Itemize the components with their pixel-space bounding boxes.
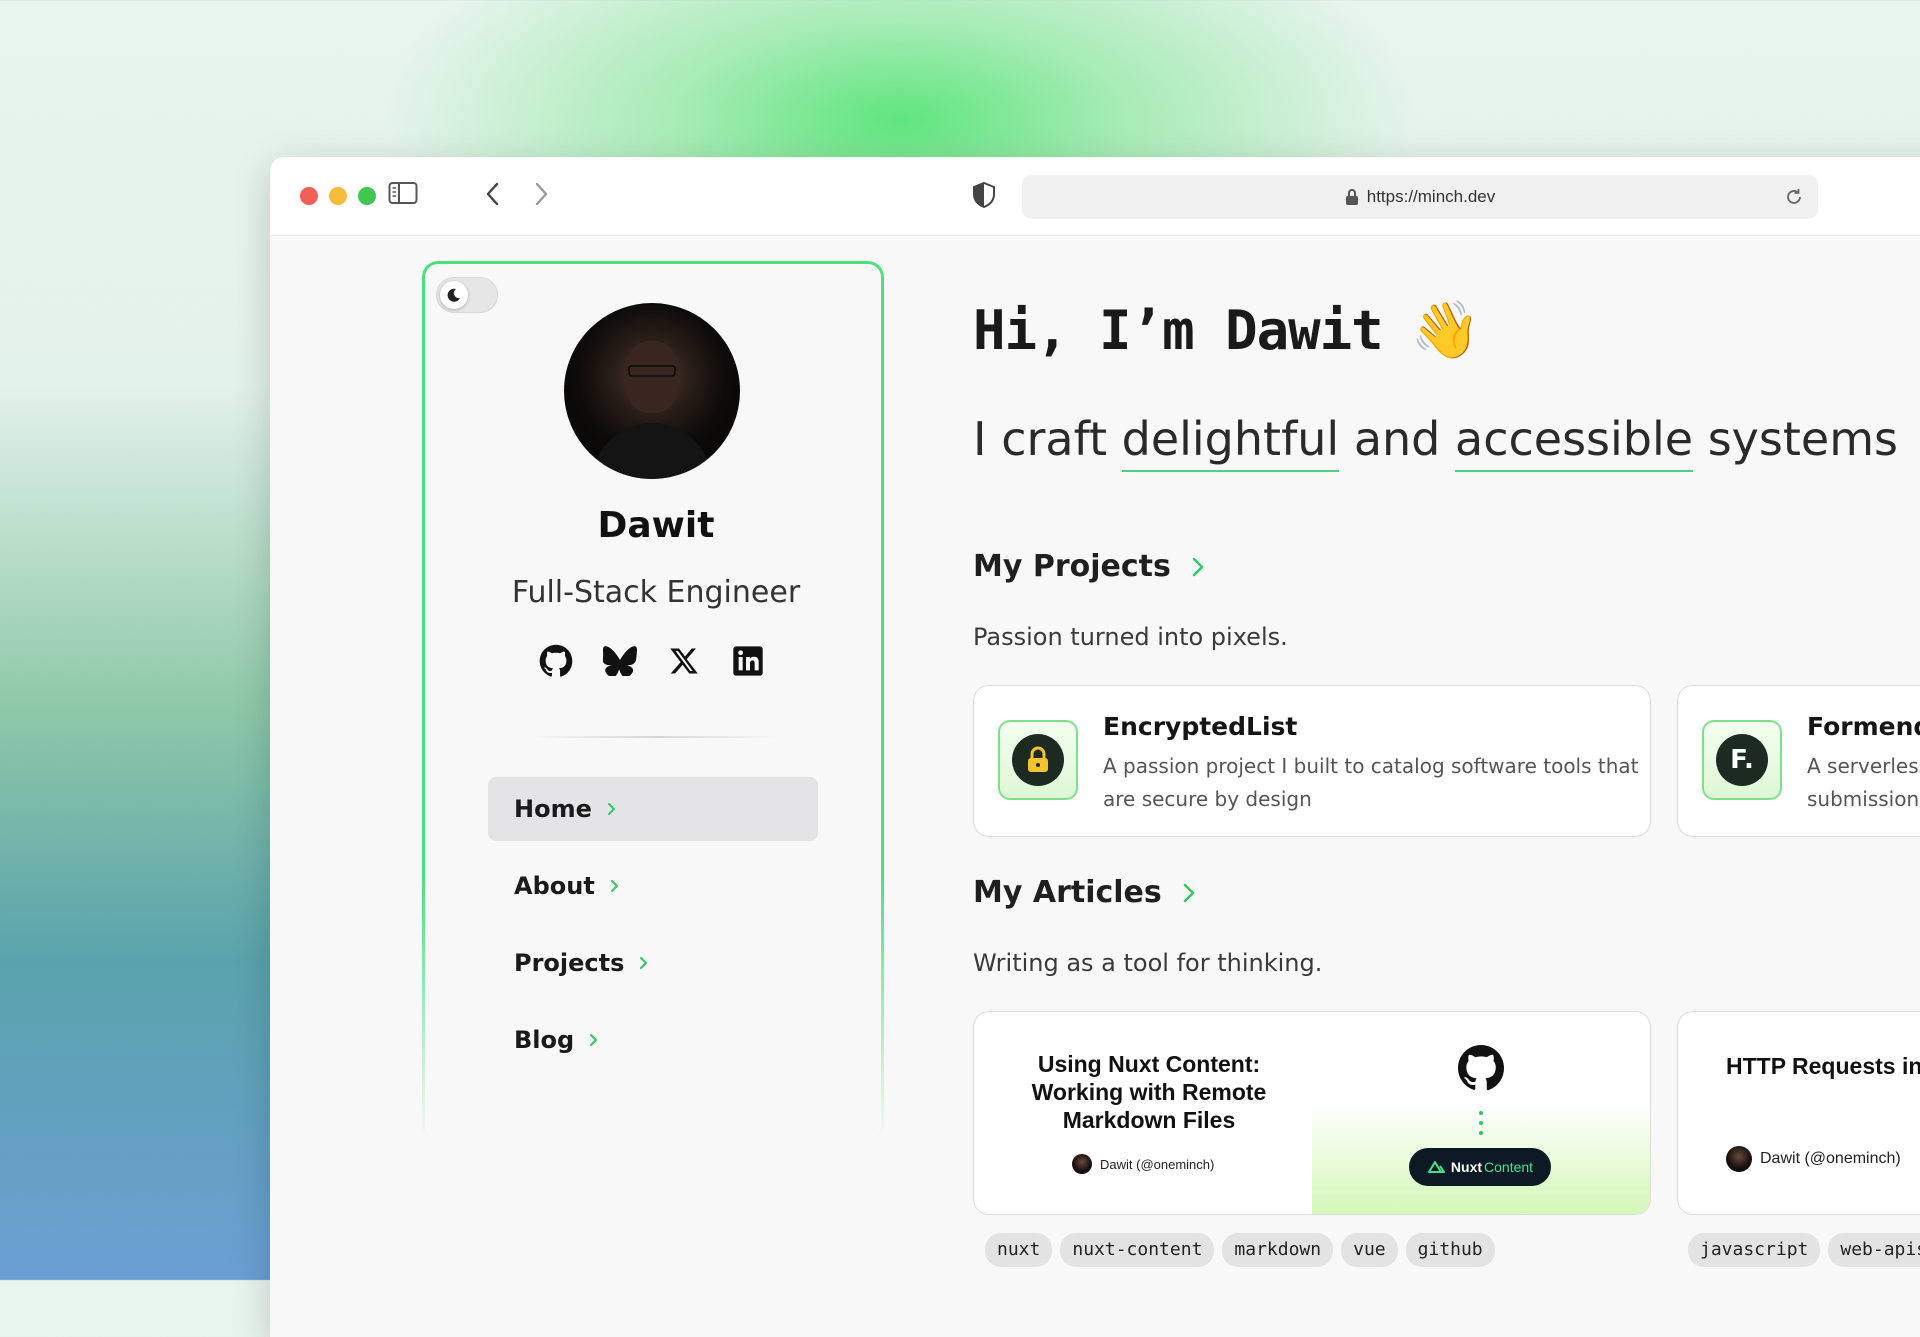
tag-chip[interactable]: markdown: [1222, 1233, 1334, 1267]
lock-icon: [1012, 734, 1064, 786]
articles-heading[interactable]: My Articles: [973, 875, 1196, 910]
nav-item-about[interactable]: About: [488, 854, 818, 918]
github-icon: [1457, 1044, 1505, 1097]
badge-text: Nuxt: [1450, 1159, 1483, 1175]
author-name: Dawit (@oneminch): [1100, 1156, 1215, 1172]
author-name: Dawit (@oneminch): [1760, 1150, 1901, 1167]
close-window-button[interactable]: [300, 187, 318, 205]
theme-toggle[interactable]: [436, 277, 498, 313]
moon-icon: [440, 281, 468, 309]
address-bar[interactable]: https://minch.dev: [1022, 175, 1818, 219]
hero-tagline: I craft delightful and accessible system…: [973, 412, 1898, 472]
tagline-text: systems: [1693, 412, 1898, 466]
project-title: EncryptedList: [1103, 712, 1298, 741]
nuxt-content-badge: Nuxt Content: [1409, 1148, 1551, 1186]
tag-chip[interactable]: vue: [1341, 1233, 1398, 1267]
hero-greeting: Hi, I’m Dawit 👋: [973, 297, 1481, 363]
nav-item-label: Projects: [514, 949, 625, 977]
articles-subtitle: Writing as a tool for thinking.: [973, 949, 1323, 977]
url-text: https://minch.dev: [1366, 187, 1496, 206]
project-description: A serverless submission: [1807, 754, 1920, 811]
forward-icon[interactable]: [532, 181, 550, 207]
browser-window: https://minch.dev Dawit Full-Stack Engin…: [270, 157, 1920, 1337]
chevron-right-icon: [1191, 556, 1205, 578]
project-card[interactable]: F. Formend A serverless submission: [1677, 685, 1920, 837]
article-card[interactable]: Using Nuxt Content: Working with Remote …: [973, 1011, 1651, 1215]
lock-icon: [1345, 188, 1359, 206]
x-icon[interactable]: [666, 643, 702, 679]
reload-icon[interactable]: [1784, 187, 1804, 207]
tag-chip[interactable]: nuxt: [985, 1233, 1053, 1267]
projects-heading[interactable]: My Projects: [973, 549, 1205, 584]
social-links: [538, 643, 766, 679]
project-logo-letter: F.: [1716, 734, 1768, 786]
profile-role: Full-Stack Engineer: [511, 575, 801, 610]
article-illustration: Nuxt Content: [1312, 1012, 1650, 1214]
greeting-text: Hi, I’m Dawit: [973, 298, 1384, 362]
linkedin-icon[interactable]: [730, 643, 766, 679]
section-title-text: My Articles: [973, 875, 1162, 910]
chevron-right-icon: [609, 879, 619, 893]
tagline-text: I craft: [973, 412, 1122, 466]
project-description: A passion project I built to catalog sof…: [1103, 754, 1639, 811]
nav-item-projects[interactable]: Projects: [488, 931, 818, 995]
tag-chip[interactable]: github: [1405, 1233, 1495, 1267]
article-title: Using Nuxt Content: Working with Remote …: [1031, 1051, 1267, 1133]
author-avatar: [1726, 1146, 1752, 1172]
tagline-text: and: [1339, 412, 1456, 466]
back-icon[interactable]: [484, 181, 502, 207]
chevron-right-icon: [638, 956, 648, 970]
waving-hand-icon: 👋: [1410, 298, 1481, 363]
minimize-window-button[interactable]: [329, 187, 347, 205]
nuxt-icon: [1427, 1160, 1447, 1174]
projects-subtitle: Passion turned into pixels.: [973, 623, 1288, 651]
dotted-connector: [1479, 1110, 1483, 1145]
github-icon[interactable]: [538, 643, 574, 679]
article-author: Dawit (@oneminch): [1726, 1146, 1901, 1172]
article-tags: nuxt nuxt-content markdown vue github: [985, 1233, 1495, 1267]
tagline-highlight: accessible: [1455, 412, 1694, 472]
sidebar-divider: [530, 736, 780, 738]
nav-item-blog[interactable]: Blog: [488, 1008, 818, 1072]
section-title-text: My Projects: [973, 549, 1171, 584]
avatar: [564, 303, 740, 479]
chevron-right-icon: [1182, 882, 1196, 904]
chevron-right-icon: [588, 1033, 598, 1047]
sidebar-toggle-icon[interactable]: [388, 181, 418, 205]
shield-icon[interactable]: [972, 181, 996, 209]
tag-chip[interactable]: nuxt-content: [1060, 1233, 1215, 1267]
sidebar-nav: Home About Projects Blog: [488, 777, 818, 1085]
tagline-highlight: delightful: [1121, 412, 1340, 472]
profile-name: Dawit: [597, 505, 715, 546]
maximize-window-button[interactable]: [358, 187, 376, 205]
bluesky-icon[interactable]: [602, 643, 638, 679]
author-avatar: [1072, 1154, 1092, 1174]
chevron-right-icon: [606, 802, 616, 816]
article-title: HTTP Requests in JavaScript: [1726, 1053, 1920, 1079]
project-title: Formend: [1807, 712, 1920, 741]
project-logo: [998, 720, 1078, 800]
nav-item-label: Home: [514, 795, 592, 823]
nav-item-home[interactable]: Home: [488, 777, 818, 841]
nav-item-label: About: [514, 872, 595, 900]
tag-chip[interactable]: web-apis: [1828, 1233, 1920, 1267]
project-logo: F.: [1702, 720, 1782, 800]
project-card[interactable]: EncryptedList A passion project I built …: [973, 685, 1651, 837]
article-card[interactable]: HTTP Requests in JavaScript Dawit (@onem…: [1677, 1011, 1920, 1215]
browser-toolbar: https://minch.dev: [270, 157, 1920, 236]
article-author: Dawit (@oneminch): [1072, 1154, 1214, 1174]
article-tags: javascript web-apis: [1688, 1233, 1920, 1267]
badge-text: Content: [1484, 1159, 1534, 1175]
tag-chip[interactable]: javascript: [1688, 1233, 1821, 1267]
nav-item-label: Blog: [514, 1026, 575, 1054]
